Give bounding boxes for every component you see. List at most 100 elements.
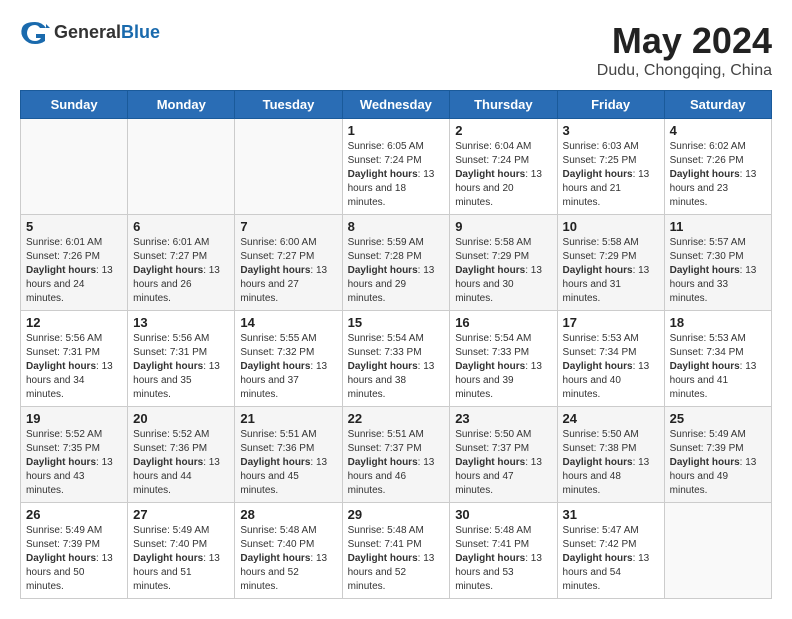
logo: GeneralBlue [20, 20, 160, 44]
day-number: 22 [348, 411, 445, 426]
day-number: 4 [670, 123, 766, 138]
day-info: Sunrise: 5:57 AMSunset: 7:30 PMDaylight … [670, 236, 766, 306]
weekday-header-thursday: Thursday [450, 91, 557, 119]
weekday-header-row: SundayMondayTuesdayWednesdayThursdayFrid… [21, 91, 772, 119]
day-info: Sunrise: 5:58 AMSunset: 7:29 PMDaylight … [563, 236, 659, 306]
calendar-cell: 16 Sunrise: 5:54 AMSunset: 7:33 PMDayligh… [450, 311, 557, 407]
day-number: 8 [348, 219, 445, 234]
calendar-cell: 4 Sunrise: 6:02 AMSunset: 7:26 PMDaylight… [664, 119, 771, 215]
day-info: Sunrise: 5:50 AMSunset: 7:38 PMDaylight … [563, 428, 659, 498]
day-info: Sunrise: 5:53 AMSunset: 7:34 PMDaylight … [670, 332, 766, 402]
day-info: Sunrise: 5:53 AMSunset: 7:34 PMDaylight … [563, 332, 659, 402]
day-info: Sunrise: 6:05 AMSunset: 7:24 PMDaylight … [348, 140, 445, 210]
day-number: 14 [240, 315, 336, 330]
calendar-cell: 30Sunrise: 5:48 AMSunset: 7:41 PMDayligh… [450, 503, 557, 599]
calendar-cell: 13 Sunrise: 5:56 AMSunset: 7:31 PMDayligh… [128, 311, 235, 407]
calendar-cell: 7 Sunrise: 6:00 AMSunset: 7:27 PMDaylight… [235, 215, 342, 311]
day-number: 6 [133, 219, 229, 234]
calendar-cell [235, 119, 342, 215]
weekday-header-sunday: Sunday [21, 91, 128, 119]
day-info: Sunrise: 5:54 AMSunset: 7:33 PMDaylight … [348, 332, 445, 402]
day-info: Sunrise: 5:48 AMSunset: 7:41 PMDaylight … [348, 524, 445, 594]
day-number: 17 [563, 315, 659, 330]
day-info: Sunrise: 5:49 AMSunset: 7:39 PMDaylight … [26, 524, 122, 594]
day-number: 16 [455, 315, 551, 330]
day-number: 19 [26, 411, 122, 426]
day-number: 27 [133, 507, 229, 522]
day-number: 5 [26, 219, 122, 234]
day-info: Sunrise: 6:01 AMSunset: 7:27 PMDaylight … [133, 236, 229, 306]
day-info: Sunrise: 5:47 AMSunset: 7:42 PMDaylight … [563, 524, 659, 594]
weekday-header-saturday: Saturday [664, 91, 771, 119]
day-number: 7 [240, 219, 336, 234]
calendar-cell: 19Sunrise: 5:52 AMSunset: 7:35 PMDayligh… [21, 407, 128, 503]
day-info: Sunrise: 5:49 AMSunset: 7:39 PMDaylight … [670, 428, 766, 498]
logo-general: General [54, 22, 121, 42]
title-block: May 2024 Dudu, Chongqing, China [597, 20, 772, 80]
calendar-week-2: 5Sunrise: 6:01 AMSunset: 7:26 PMDaylight… [21, 215, 772, 311]
day-number: 18 [670, 315, 766, 330]
day-number: 26 [26, 507, 122, 522]
calendar-cell: 27 Sunrise: 5:49 AMSunset: 7:40 PMDayligh… [128, 503, 235, 599]
day-info: Sunrise: 5:51 AMSunset: 7:37 PMDaylight … [348, 428, 445, 498]
calendar-cell: 2 Sunrise: 6:04 AMSunset: 7:24 PMDaylight… [450, 119, 557, 215]
logo-blue: Blue [121, 22, 160, 42]
calendar-week-1: 1 Sunrise: 6:05 AMSunset: 7:24 PMDaylight… [21, 119, 772, 215]
weekday-header-tuesday: Tuesday [235, 91, 342, 119]
calendar-cell: 28Sunrise: 5:48 AMSunset: 7:40 PMDayligh… [235, 503, 342, 599]
calendar-cell: 6 Sunrise: 6:01 AMSunset: 7:27 PMDaylight… [128, 215, 235, 311]
day-info: Sunrise: 6:00 AMSunset: 7:27 PMDaylight … [240, 236, 336, 306]
day-number: 28 [240, 507, 336, 522]
day-number: 13 [133, 315, 229, 330]
calendar-cell: 14Sunrise: 5:55 AMSunset: 7:32 PMDayligh… [235, 311, 342, 407]
calendar-cell: 17 Sunrise: 5:53 AMSunset: 7:34 PMDayligh… [557, 311, 664, 407]
day-number: 29 [348, 507, 445, 522]
calendar-week-3: 12 Sunrise: 5:56 AMSunset: 7:31 PMDayligh… [21, 311, 772, 407]
calendar-cell: 5Sunrise: 6:01 AMSunset: 7:26 PMDaylight… [21, 215, 128, 311]
calendar-cell: 12 Sunrise: 5:56 AMSunset: 7:31 PMDayligh… [21, 311, 128, 407]
calendar-cell: 15 Sunrise: 5:54 AMSunset: 7:33 PMDayligh… [342, 311, 450, 407]
calendar-cell: 9Sunrise: 5:58 AMSunset: 7:29 PMDaylight… [450, 215, 557, 311]
logo-icon [20, 20, 50, 44]
day-info: Sunrise: 5:58 AMSunset: 7:29 PMDaylight … [455, 236, 551, 306]
calendar-cell [664, 503, 771, 599]
day-number: 10 [563, 219, 659, 234]
day-info: Sunrise: 6:03 AMSunset: 7:25 PMDaylight … [563, 140, 659, 210]
day-number: 1 [348, 123, 445, 138]
day-info: Sunrise: 6:02 AMSunset: 7:26 PMDaylight … [670, 140, 766, 210]
calendar-cell: 8 Sunrise: 5:59 AMSunset: 7:28 PMDaylight… [342, 215, 450, 311]
day-info: Sunrise: 5:54 AMSunset: 7:33 PMDaylight … [455, 332, 551, 402]
day-number: 24 [563, 411, 659, 426]
weekday-header-wednesday: Wednesday [342, 91, 450, 119]
calendar-cell: 1 Sunrise: 6:05 AMSunset: 7:24 PMDaylight… [342, 119, 450, 215]
logo-text: GeneralBlue [54, 22, 160, 43]
page-header: GeneralBlue May 2024 Dudu, Chongqing, Ch… [20, 20, 772, 80]
month-year: May 2024 [597, 20, 772, 62]
day-number: 31 [563, 507, 659, 522]
calendar-cell: 20Sunrise: 5:52 AMSunset: 7:36 PMDayligh… [128, 407, 235, 503]
calendar-week-5: 26 Sunrise: 5:49 AMSunset: 7:39 PMDayligh… [21, 503, 772, 599]
day-info: Sunrise: 5:56 AMSunset: 7:31 PMDaylight … [133, 332, 229, 402]
location: Dudu, Chongqing, China [597, 62, 772, 80]
weekday-header-monday: Monday [128, 91, 235, 119]
calendar-cell: 21Sunrise: 5:51 AMSunset: 7:36 PMDayligh… [235, 407, 342, 503]
day-info: Sunrise: 5:59 AMSunset: 7:28 PMDaylight … [348, 236, 445, 306]
calendar-cell: 25Sunrise: 5:49 AMSunset: 7:39 PMDayligh… [664, 407, 771, 503]
day-info: Sunrise: 5:49 AMSunset: 7:40 PMDaylight … [133, 524, 229, 594]
day-number: 12 [26, 315, 122, 330]
calendar-cell: 26 Sunrise: 5:49 AMSunset: 7:39 PMDayligh… [21, 503, 128, 599]
day-number: 2 [455, 123, 551, 138]
day-number: 23 [455, 411, 551, 426]
calendar-cell: 18 Sunrise: 5:53 AMSunset: 7:34 PMDayligh… [664, 311, 771, 407]
calendar-cell: 29 Sunrise: 5:48 AMSunset: 7:41 PMDayligh… [342, 503, 450, 599]
day-number: 15 [348, 315, 445, 330]
day-info: Sunrise: 5:51 AMSunset: 7:36 PMDaylight … [240, 428, 336, 498]
calendar-week-4: 19Sunrise: 5:52 AMSunset: 7:35 PMDayligh… [21, 407, 772, 503]
calendar-cell [21, 119, 128, 215]
day-info: Sunrise: 5:56 AMSunset: 7:31 PMDaylight … [26, 332, 122, 402]
calendar-cell: 24 Sunrise: 5:50 AMSunset: 7:38 PMDayligh… [557, 407, 664, 503]
day-info: Sunrise: 6:04 AMSunset: 7:24 PMDaylight … [455, 140, 551, 210]
day-number: 20 [133, 411, 229, 426]
day-number: 11 [670, 219, 766, 234]
day-number: 3 [563, 123, 659, 138]
